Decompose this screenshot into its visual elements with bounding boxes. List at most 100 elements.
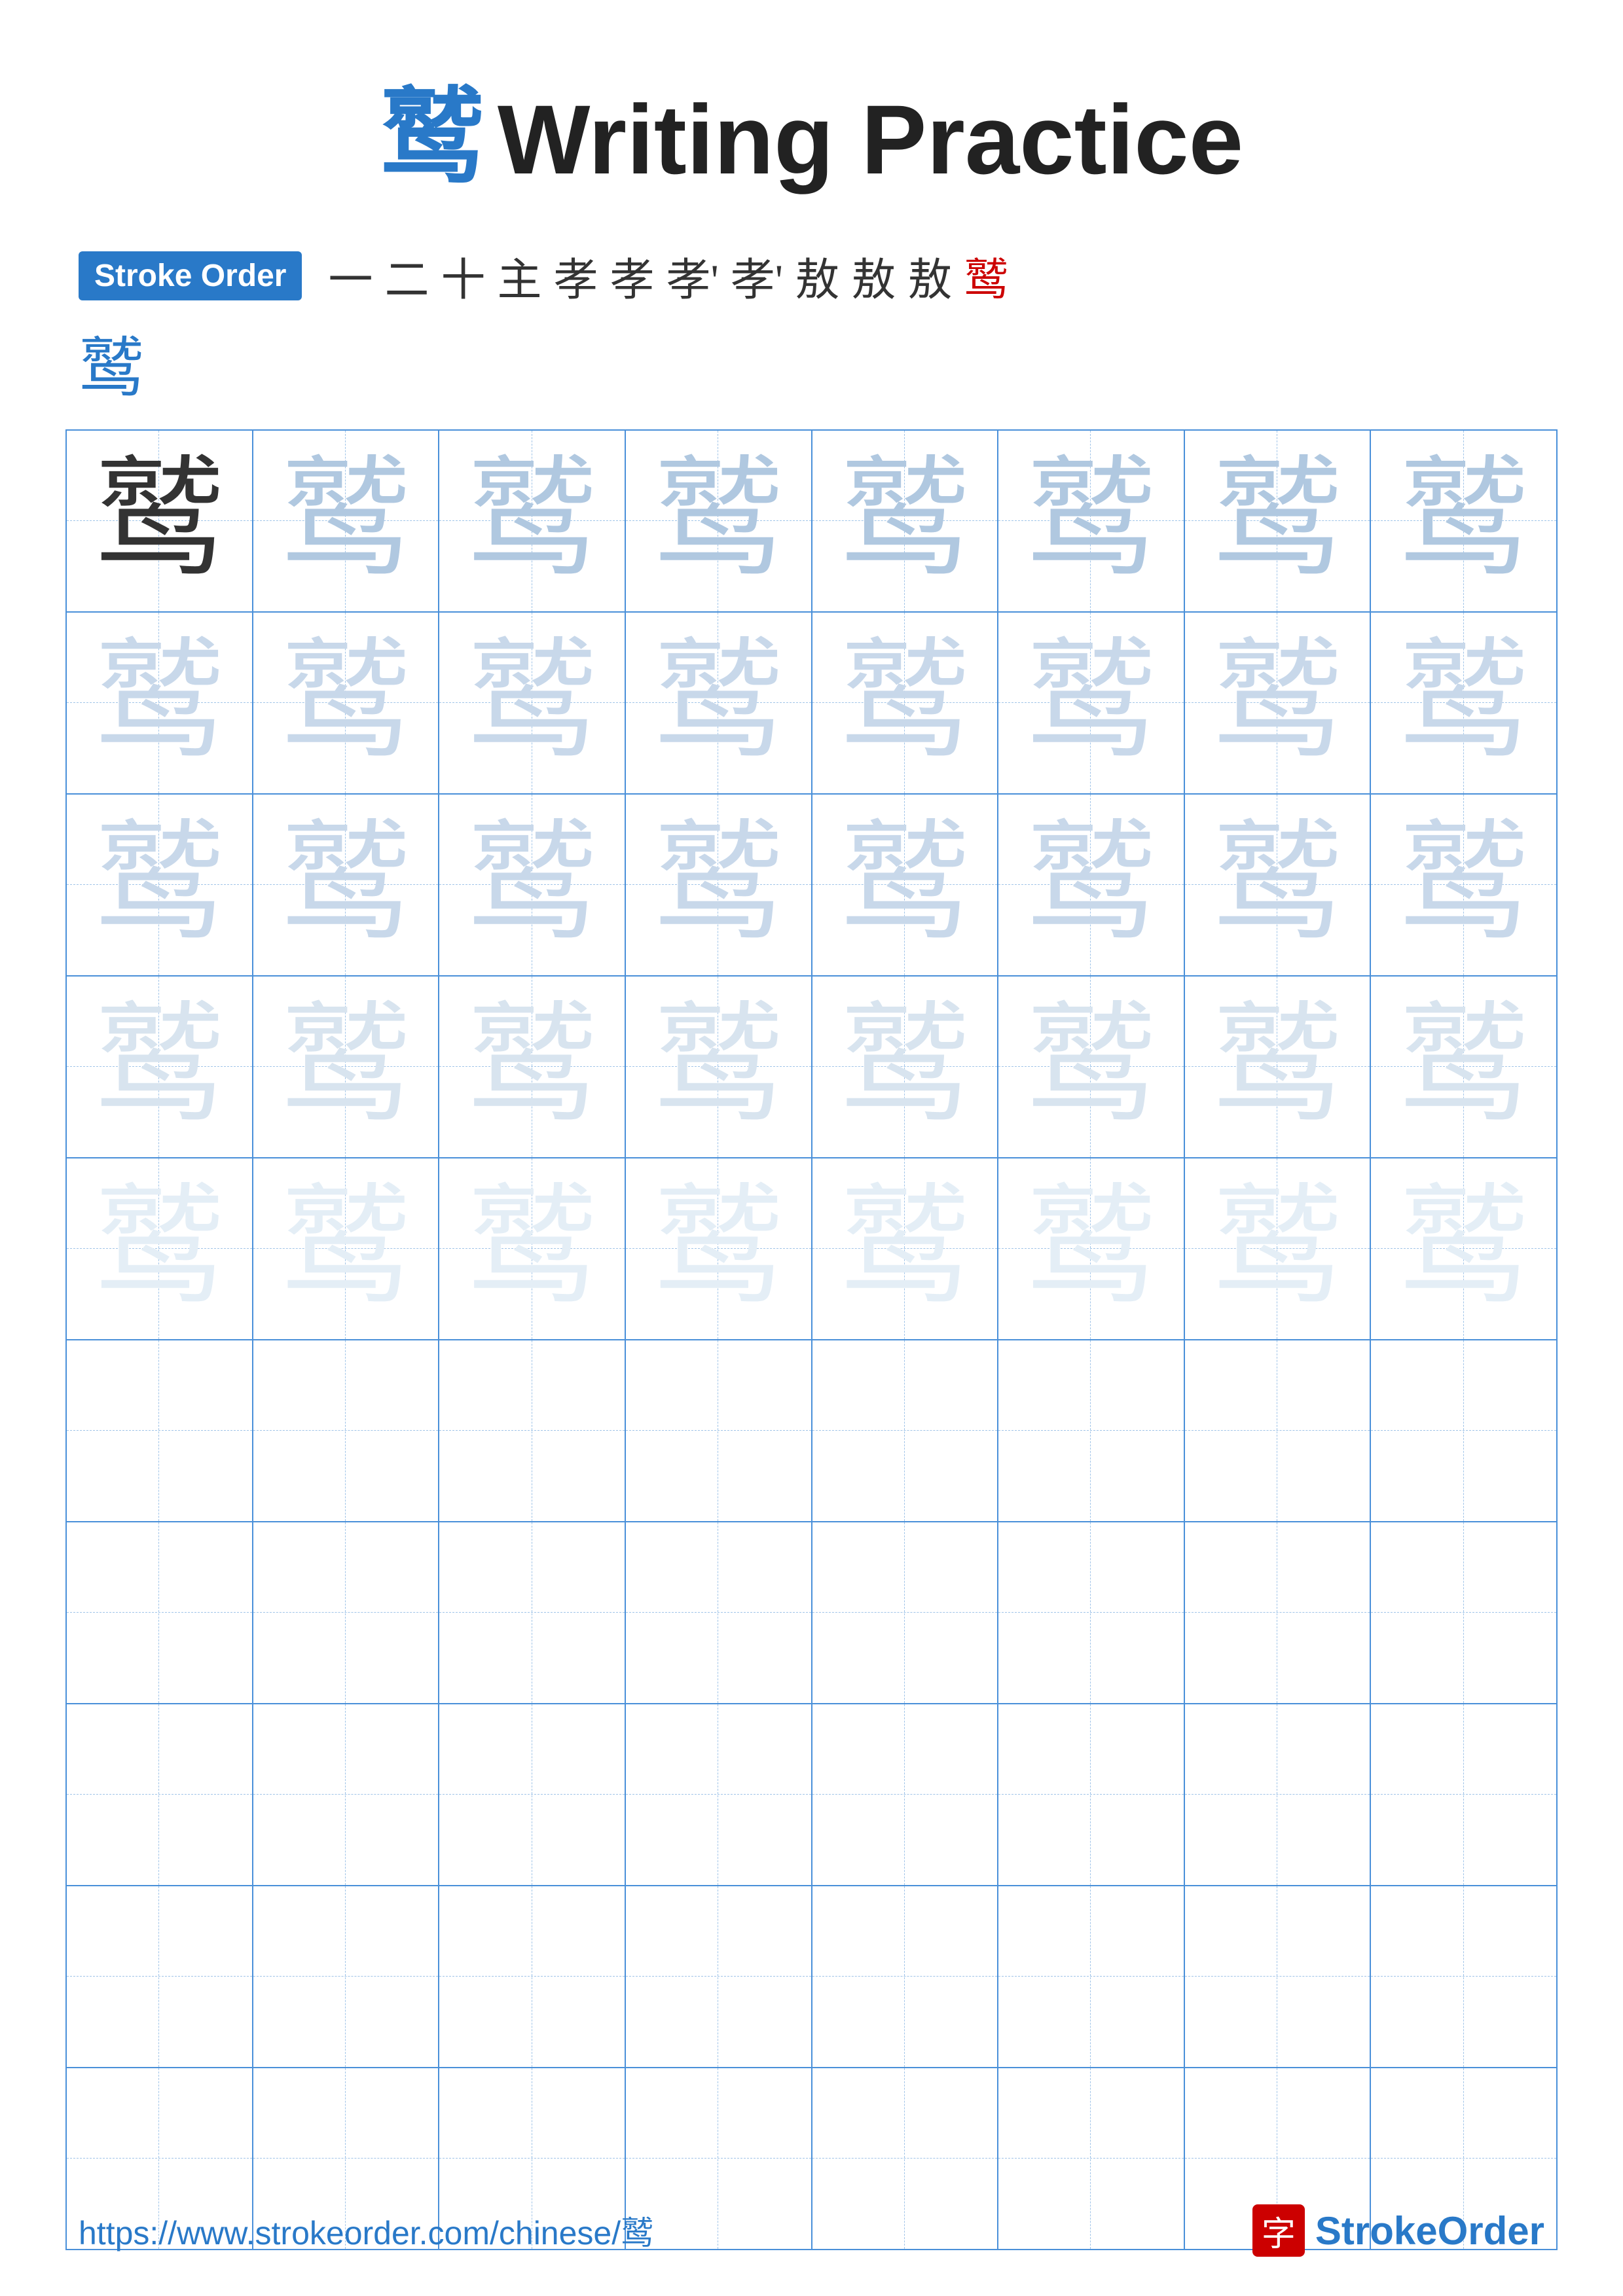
grid-cell[interactable]: 鹫	[812, 1158, 998, 1340]
table-row	[66, 1704, 1557, 1886]
grid-cell[interactable]: 鹫	[998, 976, 1184, 1158]
grid-cell[interactable]: 鹫	[625, 612, 812, 794]
stroke-12: 鹫	[964, 243, 1008, 308]
char-cell: 鹫	[1398, 448, 1529, 593]
char-cell: 鹫	[839, 994, 970, 1139]
grid-cell[interactable]: 鹫	[253, 430, 439, 612]
grid-cell[interactable]	[66, 1704, 253, 1886]
table-row	[66, 1340, 1557, 1522]
grid-cell[interactable]: 鹫	[1370, 612, 1557, 794]
char-cell: 鹫	[653, 812, 784, 957]
grid-cell[interactable]	[625, 1522, 812, 1704]
grid-cell[interactable]: 鹫	[253, 976, 439, 1158]
grid-cell[interactable]	[66, 1522, 253, 1704]
grid-cell[interactable]: 鹫	[812, 976, 998, 1158]
big-char: 鹫	[79, 332, 144, 405]
char-cell: 鹫	[1212, 1176, 1343, 1321]
char-cell: 鹫	[467, 812, 598, 957]
grid-cell[interactable]	[1184, 1522, 1371, 1704]
grid-cell[interactable]: 鹫	[253, 1158, 439, 1340]
grid-cell[interactable]: 鹫	[66, 1158, 253, 1340]
grid-cell[interactable]: 鹫	[66, 430, 253, 612]
char-cell: 鹫	[1025, 994, 1156, 1139]
grid-cell[interactable]	[439, 1704, 625, 1886]
stroke-8: 孝'	[731, 243, 783, 308]
writing-grid-container: 鹫 鹫 鹫 鹫 鹫 鹫 鹫 鹫 鹫 鹫 鹫 鹫 鹫 鹫 鹫 鹫 鹫 鹫 鹫 鹫 …	[0, 429, 1623, 2250]
char-cell: 鹫	[1212, 448, 1343, 593]
grid-cell[interactable]: 鹫	[625, 1158, 812, 1340]
grid-cell[interactable]: 鹫	[439, 1158, 625, 1340]
grid-cell[interactable]: 鹫	[439, 612, 625, 794]
grid-cell[interactable]: 鹫	[812, 430, 998, 612]
grid-cell[interactable]	[66, 1340, 253, 1522]
grid-cell[interactable]	[253, 1522, 439, 1704]
grid-cell[interactable]: 鹫	[253, 794, 439, 976]
char-cell: 鹫	[1212, 994, 1343, 1139]
grid-cell[interactable]	[1370, 1522, 1557, 1704]
grid-cell[interactable]: 鹫	[1184, 1158, 1371, 1340]
grid-cell[interactable]	[439, 1340, 625, 1522]
grid-cell[interactable]	[66, 1886, 253, 2068]
grid-cell[interactable]: 鹫	[812, 794, 998, 976]
grid-cell[interactable]: 鹫	[998, 1158, 1184, 1340]
grid-cell[interactable]	[1184, 1886, 1371, 2068]
logo-text-stroke: Stroke	[1315, 2209, 1438, 2253]
grid-cell[interactable]	[998, 1886, 1184, 2068]
char-cell: 鹫	[839, 812, 970, 957]
grid-cell[interactable]	[1370, 1340, 1557, 1522]
grid-cell[interactable]	[998, 1340, 1184, 1522]
grid-cell[interactable]: 鹫	[998, 794, 1184, 976]
grid-cell[interactable]	[253, 1340, 439, 1522]
grid-cell[interactable]	[812, 1340, 998, 1522]
grid-cell[interactable]: 鹫	[66, 976, 253, 1158]
grid-cell[interactable]	[625, 1886, 812, 2068]
grid-cell[interactable]: 鹫	[1370, 430, 1557, 612]
grid-cell[interactable]	[439, 1886, 625, 2068]
grid-cell[interactable]	[439, 1522, 625, 1704]
grid-cell[interactable]: 鹫	[812, 612, 998, 794]
grid-cell[interactable]	[812, 1886, 998, 2068]
grid-cell[interactable]	[253, 1704, 439, 1886]
grid-cell[interactable]: 鹫	[439, 976, 625, 1158]
char-cell: 鹫	[1025, 1176, 1156, 1321]
char-cell: 鹫	[467, 630, 598, 775]
grid-cell[interactable]: 鹫	[1370, 1158, 1557, 1340]
grid-cell[interactable]: 鹫	[998, 430, 1184, 612]
grid-cell[interactable]: 鹫	[253, 612, 439, 794]
stroke-2: 二	[384, 243, 429, 308]
grid-cell[interactable]	[812, 1522, 998, 1704]
grid-cell[interactable]	[998, 1522, 1184, 1704]
char-cell: 鹫	[94, 630, 225, 775]
grid-cell[interactable]: 鹫	[1184, 976, 1371, 1158]
grid-cell[interactable]	[998, 1704, 1184, 1886]
char-cell: 鹫	[839, 448, 970, 593]
grid-cell[interactable]: 鹫	[66, 612, 253, 794]
footer-url[interactable]: https://www.strokeorder.com/chinese/鹫	[79, 2207, 653, 2254]
grid-cell[interactable]: 鹫	[1370, 794, 1557, 976]
grid-cell[interactable]: 鹫	[1184, 794, 1371, 976]
grid-cell[interactable]	[253, 1886, 439, 2068]
char-cell: 鹫	[467, 448, 598, 593]
grid-cell[interactable]: 鹫	[439, 430, 625, 612]
grid-cell[interactable]: 鹫	[625, 794, 812, 976]
table-row: 鹫 鹫 鹫 鹫 鹫 鹫 鹫 鹫	[66, 612, 1557, 794]
grid-cell[interactable]	[1370, 1704, 1557, 1886]
grid-cell[interactable]: 鹫	[439, 794, 625, 976]
stroke-4: 主	[497, 243, 541, 308]
grid-cell[interactable]: 鹫	[625, 976, 812, 1158]
grid-cell[interactable]: 鹫	[1370, 976, 1557, 1158]
table-row	[66, 1522, 1557, 1704]
grid-cell[interactable]: 鹫	[1184, 612, 1371, 794]
grid-cell[interactable]: 鹫	[1184, 430, 1371, 612]
grid-cell[interactable]: 鹫	[998, 612, 1184, 794]
grid-cell[interactable]: 鹫	[66, 794, 253, 976]
stroke-11: 敖	[907, 243, 952, 308]
grid-cell[interactable]	[1184, 1704, 1371, 1886]
grid-cell[interactable]	[625, 1704, 812, 1886]
grid-cell[interactable]	[1184, 1340, 1371, 1522]
grid-cell[interactable]	[812, 1704, 998, 1886]
grid-cell[interactable]	[1370, 1886, 1557, 2068]
title-text: Writing Practice	[498, 84, 1243, 194]
grid-cell[interactable]: 鹫	[625, 430, 812, 612]
grid-cell[interactable]	[625, 1340, 812, 1522]
